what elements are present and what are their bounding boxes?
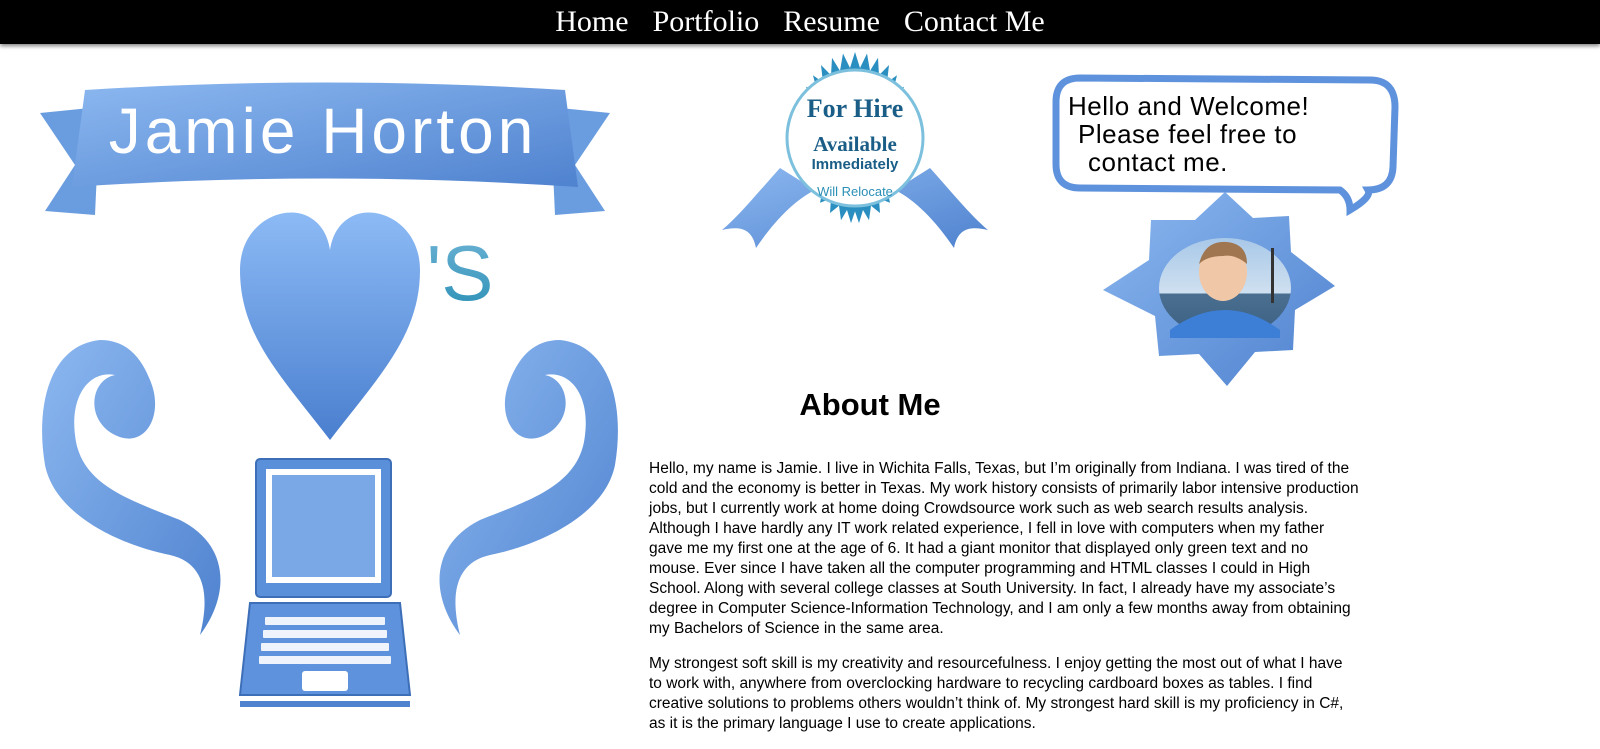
- nav-contact-link[interactable]: Contact Me: [904, 2, 1045, 42]
- right-swirl-ornament: [439, 340, 618, 635]
- left-swirl-ornament: [42, 340, 221, 635]
- about-me-heading: About Me: [799, 387, 941, 422]
- profile-photo-frame: [1103, 192, 1335, 386]
- bubble-line-1: Hello and Welcome!: [1068, 91, 1310, 121]
- badge-immediately-text: Immediately: [812, 156, 899, 173]
- nav-portfolio-link[interactable]: Portfolio: [653, 2, 760, 42]
- badge-for-hire-text: For Hire: [807, 94, 904, 123]
- bubble-line-2: Please feel free to: [1078, 119, 1298, 149]
- for-hire-badge: For Hire Available Immediately Will Relo…: [722, 52, 988, 248]
- banner-name-text: Jamie Horton: [109, 95, 538, 167]
- about-paragraph-2: My strongest soft skill is my creativity…: [649, 655, 1344, 732]
- about-paragraph-1: Hello, my name is Jamie. I live in Wichi…: [649, 460, 1359, 637]
- heart-icon: [240, 212, 420, 440]
- top-navigation: Home Portfolio Resume Contact Me: [0, 0, 1600, 44]
- nav-home-link[interactable]: Home: [555, 2, 628, 42]
- speech-bubble-text: Hello and Welcome! Please feel free to c…: [1068, 92, 1388, 176]
- nav-resume-link[interactable]: Resume: [783, 2, 880, 42]
- badge-relocate-text: Will Relocate: [817, 184, 893, 199]
- bubble-line-3: contact me.: [1088, 147, 1228, 177]
- about-me-body: Hello, my name is Jamie. I live in Wichi…: [649, 459, 1359, 749]
- jamie-loves-computers-logo: Jamie Horton 'S: [40, 82, 618, 707]
- badge-available-text: Available: [813, 132, 897, 156]
- laptop-icon: [238, 458, 412, 707]
- possessive-text: 'S: [427, 229, 494, 317]
